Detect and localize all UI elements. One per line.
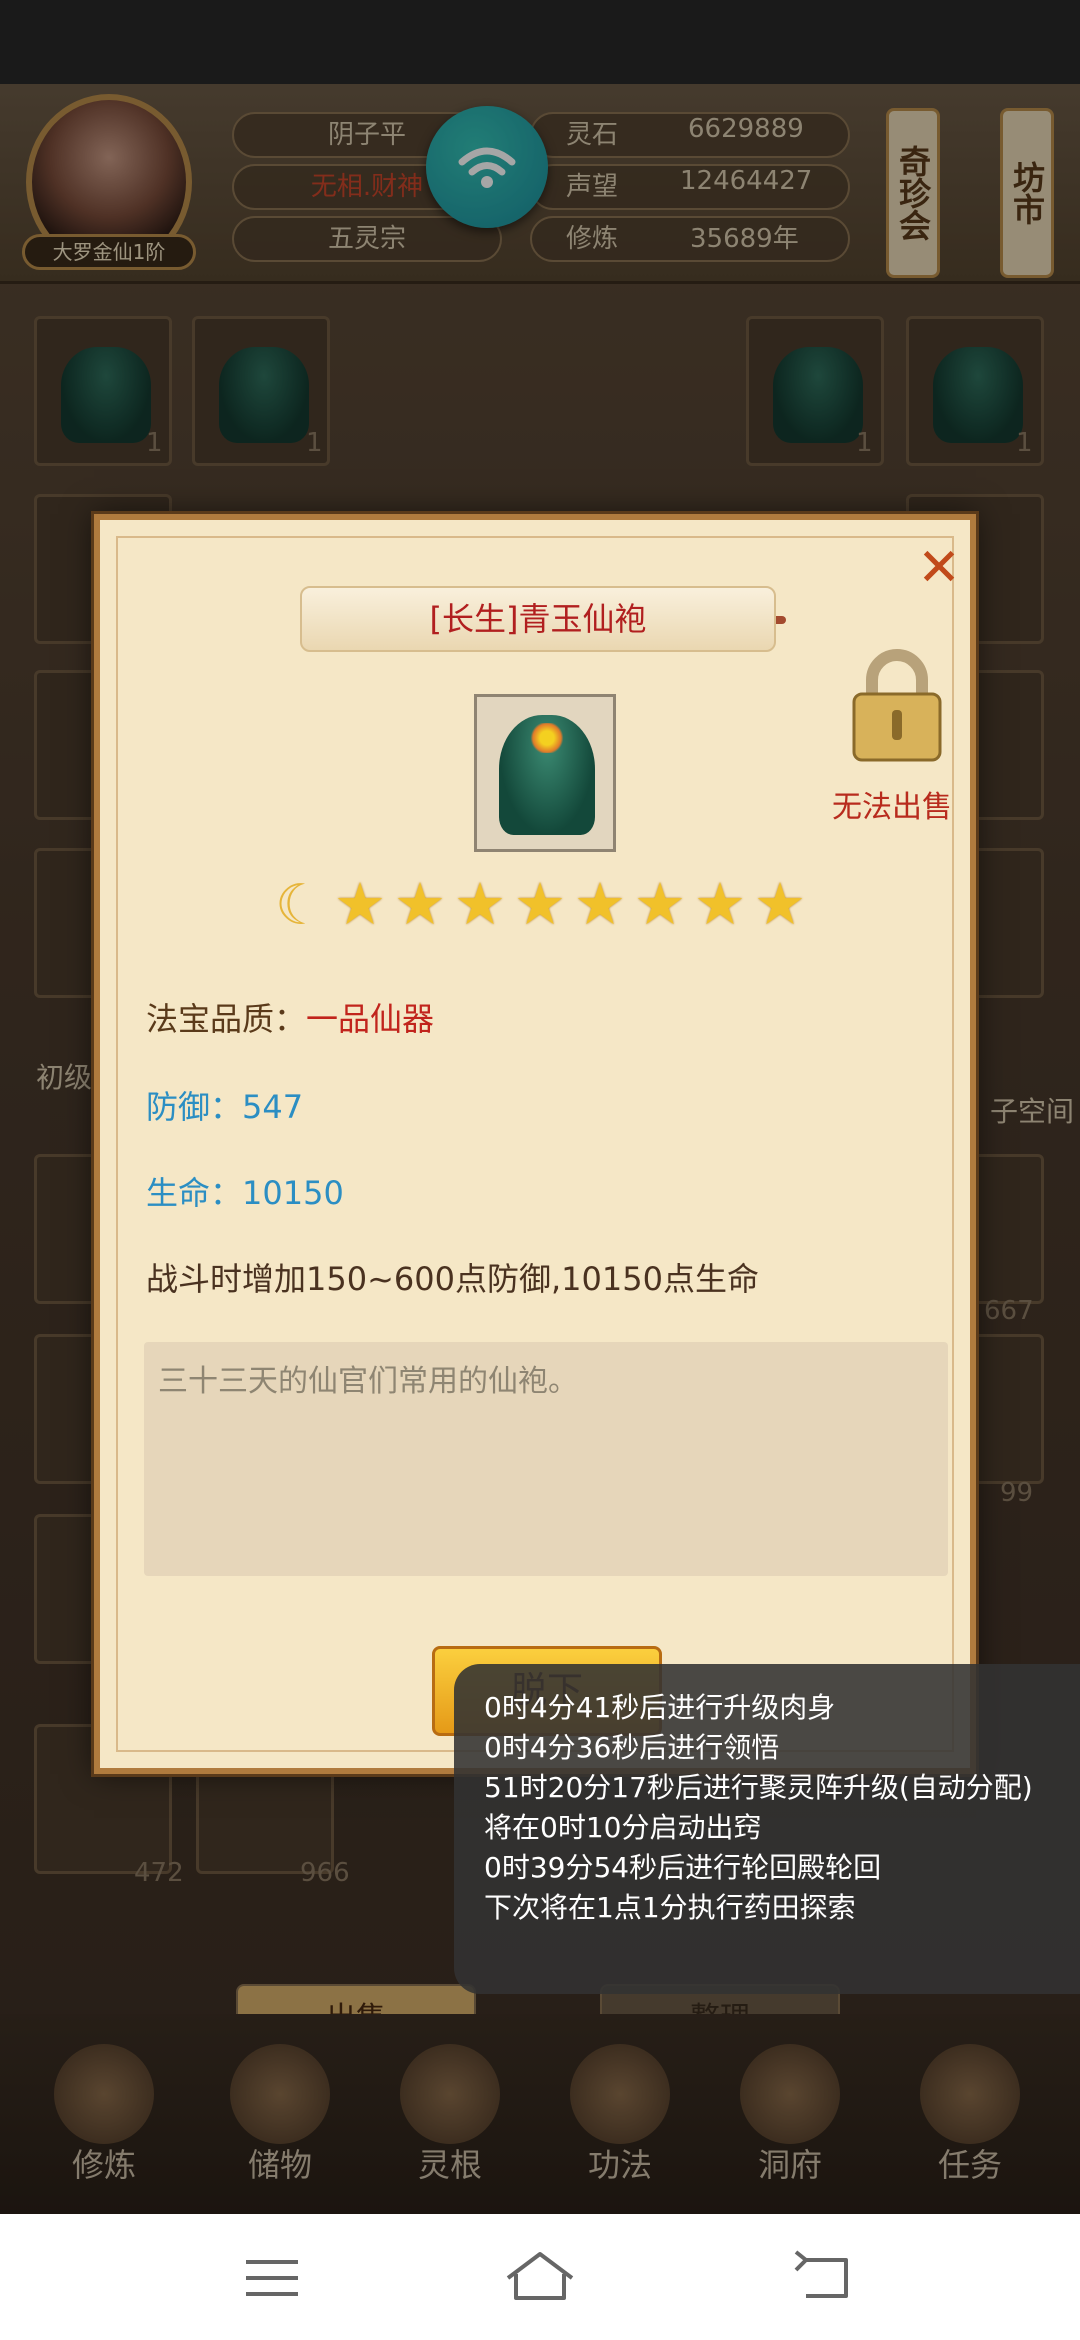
status-bar xyxy=(0,0,1080,84)
log-line: 下次将在1点1分执行药田探索 xyxy=(484,1891,856,1924)
log-line: 51时20分17秒后进行聚灵阵升级(自动分配) xyxy=(484,1771,1033,1804)
close-icon: ✕ xyxy=(917,538,961,598)
star-icon: ★ xyxy=(394,870,446,938)
log-line: 0时39分54秒后进行轮回殿轮回 xyxy=(484,1851,882,1884)
star-icon: ★ xyxy=(694,870,746,938)
home-icon xyxy=(506,2252,574,2300)
effect-text: 战斗时增加150~600点防御,10150点生命 xyxy=(146,1260,759,1298)
cannot-sell-label: 无法出售 xyxy=(832,790,952,825)
quality-value: 一品仙器 xyxy=(306,1000,435,1038)
life-stat: 生命：10150 xyxy=(146,1174,344,1212)
menu-icon xyxy=(246,2260,298,2296)
lock-icon xyxy=(852,649,942,762)
moon-icon: ☾ xyxy=(274,873,326,938)
log-line: 0时4分36秒后进行领悟 xyxy=(484,1731,780,1764)
log-line: 将在0时10分启动出窍 xyxy=(484,1811,762,1844)
item-detail-dialog: ✕ [长生]青玉仙袍 无法出售 ☾ ★ ★ ★ ★ ★ ★ ★ ★ 法宝品质：一品仙器 防御：5… xyxy=(94,514,976,1774)
quality-row: 法宝品质：一品仙器 xyxy=(146,994,434,1040)
system-nav-bar xyxy=(0,2214,1080,2340)
back-icon xyxy=(794,2250,848,2298)
star-icon: ★ xyxy=(574,870,626,938)
star-icon: ★ xyxy=(334,870,386,938)
back-button[interactable] xyxy=(782,2244,862,2310)
star-rating: ☾ ★ ★ ★ ★ ★ ★ ★ ★ xyxy=(270,872,810,942)
log-line: 0时4分41秒后进行升级肉身 xyxy=(484,1691,836,1724)
item-icon xyxy=(474,694,616,852)
item-description: 三十三天的仙官们常用的仙袍。 xyxy=(144,1342,948,1576)
auto-task-log: 0时4分41秒后进行升级肉身 0时4分36秒后进行领悟 51时20分17秒后进行… xyxy=(454,1664,1080,1994)
defense-stat: 防御：547 xyxy=(146,1088,304,1126)
quality-label: 法宝品质： xyxy=(146,1000,307,1038)
home-button[interactable] xyxy=(500,2244,580,2310)
star-icon: ★ xyxy=(634,870,686,938)
star-icon: ★ xyxy=(454,870,506,938)
star-icon: ★ xyxy=(754,870,806,938)
close-button[interactable]: ✕ xyxy=(914,542,964,596)
item-title: [长生]青玉仙袍 xyxy=(429,600,647,638)
menu-button[interactable] xyxy=(232,2244,312,2310)
star-icon: ★ xyxy=(514,870,566,938)
